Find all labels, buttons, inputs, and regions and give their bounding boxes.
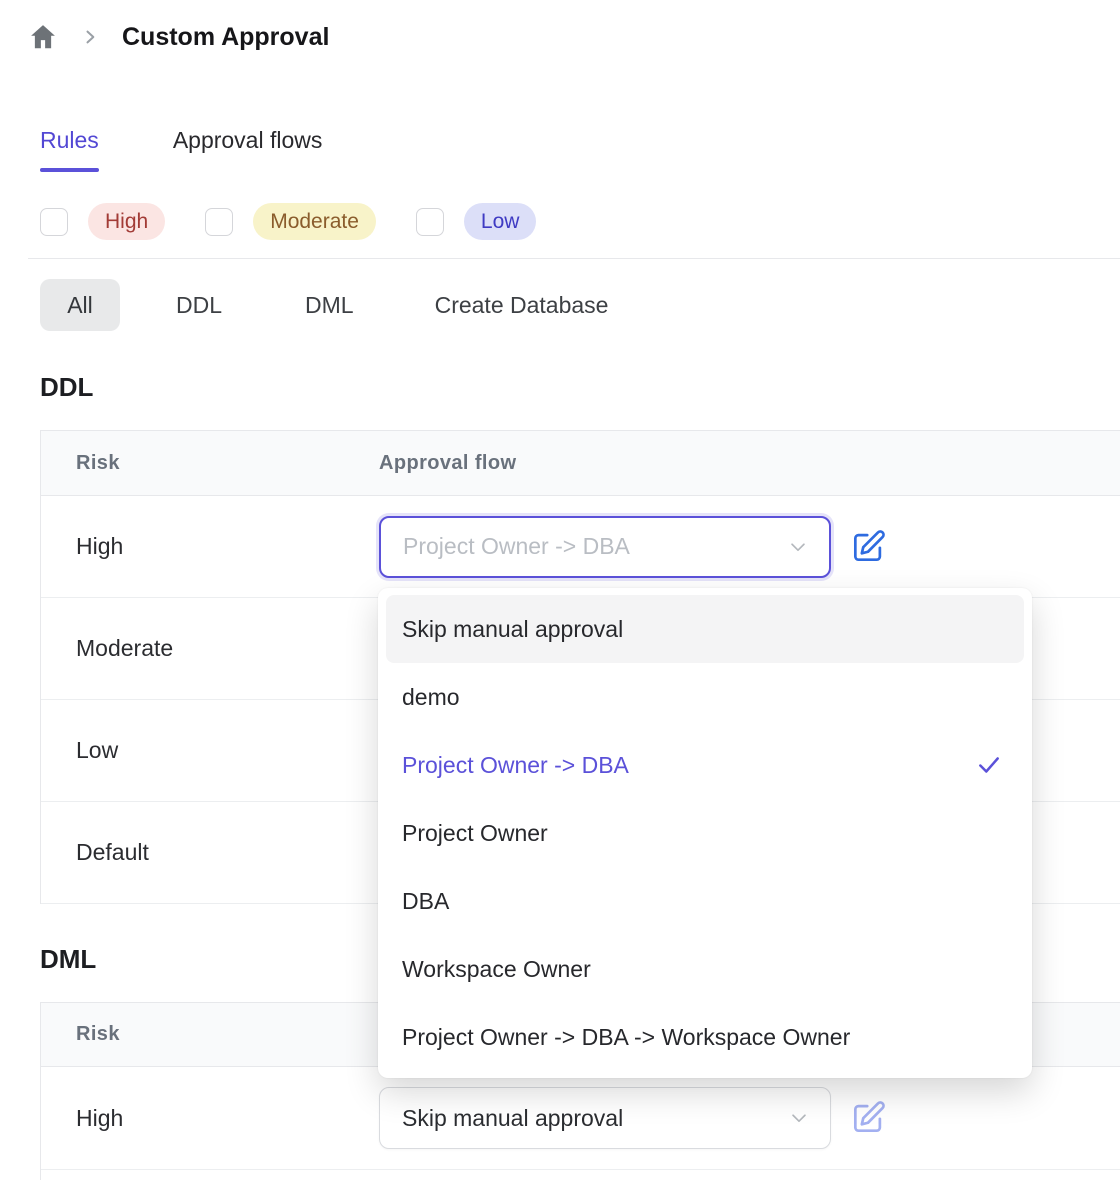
risk-label: High [41, 533, 379, 560]
risk-label: Low [41, 737, 379, 764]
edit-pencil-icon [849, 528, 887, 566]
dml-section-title: DML [40, 944, 96, 975]
dropdown-option-skip-manual-approval[interactable]: Skip manual approval [386, 595, 1024, 663]
filter-high: High [40, 203, 165, 240]
edit-approval-flow-button[interactable] [849, 1099, 887, 1137]
dropdown-option-project-owner-dba[interactable]: Project Owner -> DBA [386, 731, 1024, 799]
dropdown-option-demo[interactable]: demo [386, 663, 1024, 731]
home-icon[interactable] [28, 22, 58, 52]
low-checkbox[interactable] [416, 208, 444, 236]
category-tab-all[interactable]: All [40, 279, 120, 331]
approval-flow-dropdown: Skip manual approval demo Project Owner … [378, 588, 1032, 1078]
category-tab-ddl[interactable]: DDL [176, 292, 222, 319]
risk-filter-row: High Moderate Low [40, 203, 576, 240]
table-row-high: High Project Owner -> DBA [41, 496, 1120, 598]
tab-rules[interactable]: Rules [40, 127, 99, 172]
chevron-down-icon [788, 1107, 810, 1129]
page-title: Custom Approval [122, 23, 329, 52]
ddl-section-title: DDL [40, 372, 93, 403]
tab-approval-flows[interactable]: Approval flows [173, 127, 323, 172]
dropdown-option-workspace-owner[interactable]: Workspace Owner [386, 935, 1024, 1003]
risk-label: Moderate [41, 635, 379, 662]
risk-column-header: Risk [41, 452, 379, 475]
option-label: Project Owner -> DBA [402, 752, 629, 779]
check-icon [976, 752, 1002, 778]
edit-approval-flow-button[interactable] [849, 528, 887, 566]
edit-pencil-icon [849, 1099, 887, 1137]
breadcrumb: Custom Approval [28, 22, 329, 52]
select-value: Project Owner -> DBA [403, 533, 630, 560]
high-checkbox[interactable] [40, 208, 68, 236]
high-risk-badge: High [88, 203, 165, 240]
divider [28, 258, 1120, 259]
approval-flow-select-dml-high[interactable]: Skip manual approval [379, 1087, 831, 1149]
filter-moderate: Moderate [205, 203, 376, 240]
table-row-high: High Skip manual approval [41, 1067, 1120, 1170]
category-tabs: All DDL DML Create Database [40, 279, 608, 331]
chevron-right-icon [80, 27, 100, 47]
risk-label: Default [41, 839, 379, 866]
risk-column-header: Risk [41, 1023, 379, 1046]
dropdown-option-dba[interactable]: DBA [386, 867, 1024, 935]
category-tab-dml[interactable]: DML [305, 292, 354, 319]
top-tabs: Rules Approval flows [40, 127, 322, 172]
approval-flow-column-header: Approval flow [379, 452, 516, 475]
chevron-down-icon [787, 536, 809, 558]
approval-flow-select-ddl-high[interactable]: Project Owner -> DBA [379, 516, 831, 578]
category-tab-create-database[interactable]: Create Database [435, 292, 609, 319]
dropdown-option-project-owner-dba-workspace-owner[interactable]: Project Owner -> DBA -> Workspace Owner [386, 1003, 1024, 1071]
ddl-table-header: Risk Approval flow [41, 431, 1120, 496]
risk-label: High [41, 1105, 379, 1132]
filter-low: Low [416, 203, 537, 240]
moderate-risk-badge: Moderate [253, 203, 376, 240]
dropdown-option-project-owner[interactable]: Project Owner [386, 799, 1024, 867]
select-value: Skip manual approval [402, 1105, 623, 1132]
moderate-checkbox[interactable] [205, 208, 233, 236]
low-risk-badge: Low [464, 203, 537, 240]
